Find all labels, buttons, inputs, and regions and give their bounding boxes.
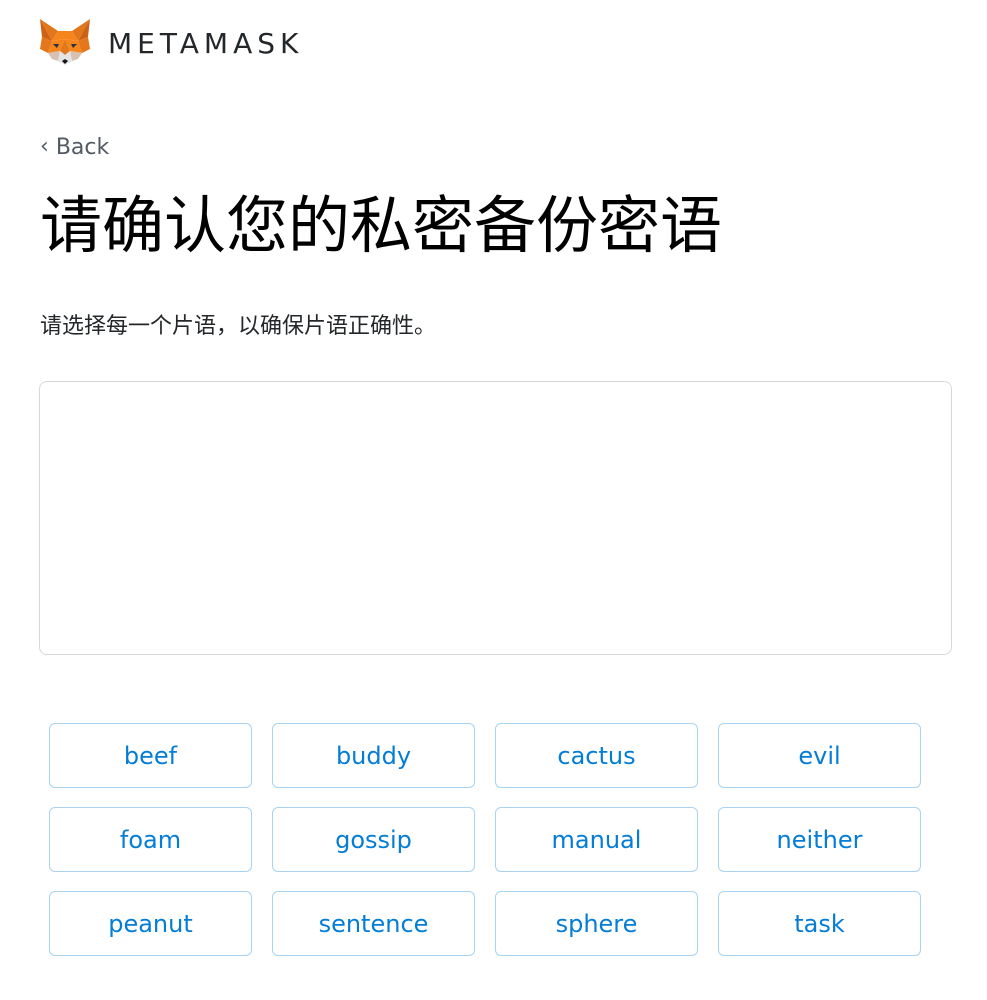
word-options-grid: beef buddy cactus evil foam gossip manua… [49, 723, 921, 956]
word-button[interactable]: peanut [49, 891, 252, 956]
page-subtitle: 请选择每一个片语，以确保片语正确性。 [40, 314, 437, 339]
metamask-fox-icon [40, 19, 90, 65]
back-button[interactable]: ‹ Back [40, 130, 109, 164]
word-button[interactable]: sphere [495, 891, 698, 956]
word-button[interactable]: task [718, 891, 921, 956]
word-button[interactable]: sentence [272, 891, 475, 956]
word-button[interactable]: neither [718, 807, 921, 872]
selected-words-area[interactable] [39, 381, 952, 655]
word-button[interactable]: cactus [495, 723, 698, 788]
app-header: METAMASK [38, 16, 303, 70]
metamask-wordmark: METAMASK [108, 26, 304, 60]
back-label: Back [55, 134, 110, 160]
chevron-left-icon: ‹ [40, 133, 49, 159]
word-button[interactable]: beef [49, 723, 252, 788]
word-button[interactable]: evil [718, 723, 921, 788]
page-title: 请确认您的私密备份密语 [40, 189, 723, 262]
word-button[interactable]: manual [495, 807, 698, 872]
word-button[interactable]: gossip [272, 807, 475, 872]
word-button[interactable]: buddy [272, 723, 475, 788]
word-button[interactable]: foam [49, 807, 252, 872]
